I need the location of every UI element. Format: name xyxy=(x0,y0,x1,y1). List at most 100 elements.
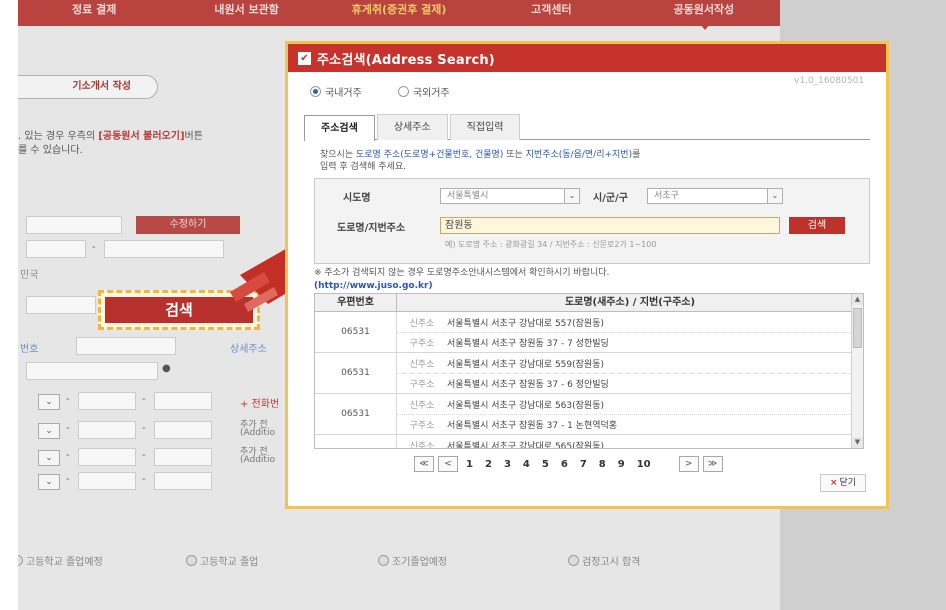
bg-phone-field[interactable] xyxy=(78,421,136,439)
chevron-down-icon[interactable]: ⌄ xyxy=(38,450,60,466)
tab-address-search[interactable]: 주소검색 xyxy=(304,115,375,141)
page-link-3[interactable]: 3 xyxy=(500,459,515,470)
radio-domestic-label: 국내거주 xyxy=(325,88,362,99)
nav-item-archive[interactable]: 내원서 보관함 xyxy=(170,0,322,26)
bg-phone-field[interactable] xyxy=(154,421,212,439)
page-link-2[interactable]: 2 xyxy=(481,459,496,470)
new-address-tag: 신주소 xyxy=(409,400,435,411)
radio-hs-expected[interactable]: 고등학교 졸업예정 xyxy=(18,553,103,568)
page-link-5[interactable]: 5 xyxy=(538,459,553,470)
old-address-link[interactable]: 서울특별시 서초구 잠원동 37 - 7 성한빌딩 xyxy=(447,336,609,349)
prev-page-button[interactable]: < xyxy=(438,456,458,472)
scroll-up-icon[interactable]: ▲ xyxy=(852,294,863,305)
result-row[interactable]: 06531 신주소 서울특별시 서초구 강남대로 563(잠원동) 구주소 서울특별… xyxy=(315,394,863,435)
radio-unselected-icon xyxy=(397,86,409,97)
new-address-link[interactable]: 서울특별시 서초구 강남대로 559(잠원동) xyxy=(447,357,604,370)
radio-early-graduation[interactable]: 조기졸업예정 xyxy=(378,553,447,568)
radio-overseas-label: 국외거주 xyxy=(412,88,450,99)
nav-active-marker xyxy=(700,24,710,30)
results-scrollbar[interactable]: ▲ ▼ xyxy=(851,294,863,448)
bg-field[interactable] xyxy=(104,240,224,258)
zip-header: 우편번호 xyxy=(315,294,397,311)
modal-header: ✔ 주소검색(Address Search) xyxy=(288,44,886,72)
extra-phone-label-en: (Additio xyxy=(240,428,275,438)
close-button[interactable]: × 닫기 xyxy=(820,474,866,492)
next-page-button[interactable]: > xyxy=(678,456,699,472)
zip-code: 06531 xyxy=(315,353,397,393)
radio-ged[interactable]: 검정고시 합격 xyxy=(568,553,640,568)
new-address-link[interactable]: 서울특별시 서초구 강남대로 557(잠원동) xyxy=(447,316,604,329)
zip-code: 06531 xyxy=(315,312,397,352)
nav-item-payment[interactable]: 정료 결제 xyxy=(18,0,170,26)
juso-link[interactable]: (http://www.juso.go.kr) xyxy=(314,280,609,293)
search-button[interactable]: 검색 xyxy=(789,217,845,234)
radio-dot-icon xyxy=(378,555,389,566)
new-address-link[interactable]: 서울특별시 서초구 강남대로 563(잠원동) xyxy=(447,398,604,411)
new-address-link[interactable]: 서울특별시 서초구 강남대로 565(잠원동) xyxy=(447,439,604,449)
radio-overseas[interactable]: 국외거주 xyxy=(397,84,450,99)
bg-field[interactable] xyxy=(26,362,158,380)
nav-item-customer-center[interactable]: 고객센터 xyxy=(475,0,627,26)
chevron-down-icon[interactable]: ⌄ xyxy=(38,394,60,410)
page-link-6[interactable]: 6 xyxy=(557,459,572,470)
bg-field[interactable] xyxy=(76,337,176,355)
chevron-down-icon: ⌄ xyxy=(767,189,782,203)
address-search-modal: ✔ 주소검색(Address Search) v1.0_16080501 국내거… xyxy=(285,41,889,509)
old-address-tag: 구주소 xyxy=(409,339,435,349)
residence-selector: 국내거주 국외거주 xyxy=(310,84,450,99)
road-address-input[interactable]: 잠원동 xyxy=(440,217,780,234)
bg-phone-field[interactable] xyxy=(78,448,136,466)
self-intro-button[interactable]: 기소개서 작성 xyxy=(18,75,158,99)
nav-item-common-application[interactable]: 공동원서작성 xyxy=(628,0,780,26)
bg-field[interactable] xyxy=(26,296,96,314)
bg-phone-field[interactable] xyxy=(154,392,212,410)
address-header: 도로명(새주소) / 지번(구주소) xyxy=(564,297,696,308)
bg-phone-field[interactable] xyxy=(78,472,136,490)
location-icon: ● xyxy=(162,363,171,374)
bg-phone-field[interactable] xyxy=(78,392,136,410)
page-link-8[interactable]: 8 xyxy=(595,459,610,470)
page-link-4[interactable]: 4 xyxy=(519,459,534,470)
close-label: 닫기 xyxy=(839,478,857,488)
page-link-7[interactable]: 7 xyxy=(576,459,591,470)
new-address-tag: 신주소 xyxy=(409,441,435,449)
check-icon: ✔ xyxy=(298,51,311,65)
bg-phone-field[interactable] xyxy=(154,472,212,490)
result-row[interactable]: 06531 신주소 서울특별시 서초구 강남대로 557(잠원동) 구주소 서울특별… xyxy=(315,312,863,353)
radio-domestic[interactable]: 국내거주 xyxy=(310,84,362,99)
bg-phone-field[interactable] xyxy=(154,448,212,466)
sido-select[interactable]: 서울특별시 ⌄ xyxy=(440,188,580,204)
tab-direct-input[interactable]: 직접입력 xyxy=(449,114,521,140)
bg-field[interactable] xyxy=(26,240,86,258)
page-link-9[interactable]: 9 xyxy=(614,459,629,470)
search-guide: 찾으시는 도로명 주소(도로명+건물번호, 건물명) 또는 지번주소(동/읍/면… xyxy=(320,150,641,172)
page-link-1[interactable]: 1 xyxy=(462,459,477,470)
chevron-down-icon[interactable]: ⌄ xyxy=(38,423,60,439)
nav-item-refund[interactable]: 휴게취(증권후 결제) xyxy=(323,0,475,26)
result-row[interactable]: 신주소 서울특별시 서초구 강남대로 565(잠원동) xyxy=(315,435,863,449)
zip-code xyxy=(315,435,397,448)
radio-dot-icon xyxy=(186,555,197,566)
old-address-link[interactable]: 서울특별시 서초구 잠원동 37 - 1 논현역덕홍 xyxy=(447,418,617,431)
chevron-down-icon: ⌄ xyxy=(564,189,579,203)
scroll-thumb[interactable] xyxy=(853,308,862,348)
result-row[interactable]: 06531 신주소 서울특별시 서초구 강남대로 559(잠원동) 구주소 서울특별… xyxy=(315,353,863,394)
last-page-button[interactable]: ≫ xyxy=(702,456,723,472)
results-header: 우편번호 도로명(새주소) / 지번(구주소) xyxy=(315,294,863,312)
new-address-tag: 신주소 xyxy=(409,359,435,370)
chevron-down-icon[interactable]: ⌄ xyxy=(38,474,60,490)
bg-name-input[interactable] xyxy=(26,216,122,234)
bg-label-number: 번호 xyxy=(20,344,39,355)
old-address-link[interactable]: 서울특별시 서초구 잠원동 37 - 6 정안빌딩 xyxy=(447,377,609,390)
radio-hs-graduated[interactable]: 고등학교 졸업 xyxy=(186,553,258,568)
scroll-down-icon[interactable]: ▼ xyxy=(852,437,863,448)
first-page-button[interactable]: ≪ xyxy=(414,456,434,472)
bg-label-detail: 상세주소 xyxy=(230,344,267,355)
tab-detail-address[interactable]: 상세주소 xyxy=(376,114,448,140)
sigungu-select[interactable]: 서초구 ⌄ xyxy=(647,188,783,204)
page-link-10[interactable]: 10 xyxy=(633,459,655,470)
modal-title: 주소검색(Address Search) xyxy=(317,52,495,68)
pagination: ≪ < 1 2 3 4 5 6 7 8 9 10 > ≫ xyxy=(414,456,723,472)
top-navigation: 정료 결제 내원서 보관함 휴게취(증권후 결제) 고객센터 공동원서작성 xyxy=(18,0,780,26)
edit-button[interactable]: 수정하기 xyxy=(136,216,240,234)
